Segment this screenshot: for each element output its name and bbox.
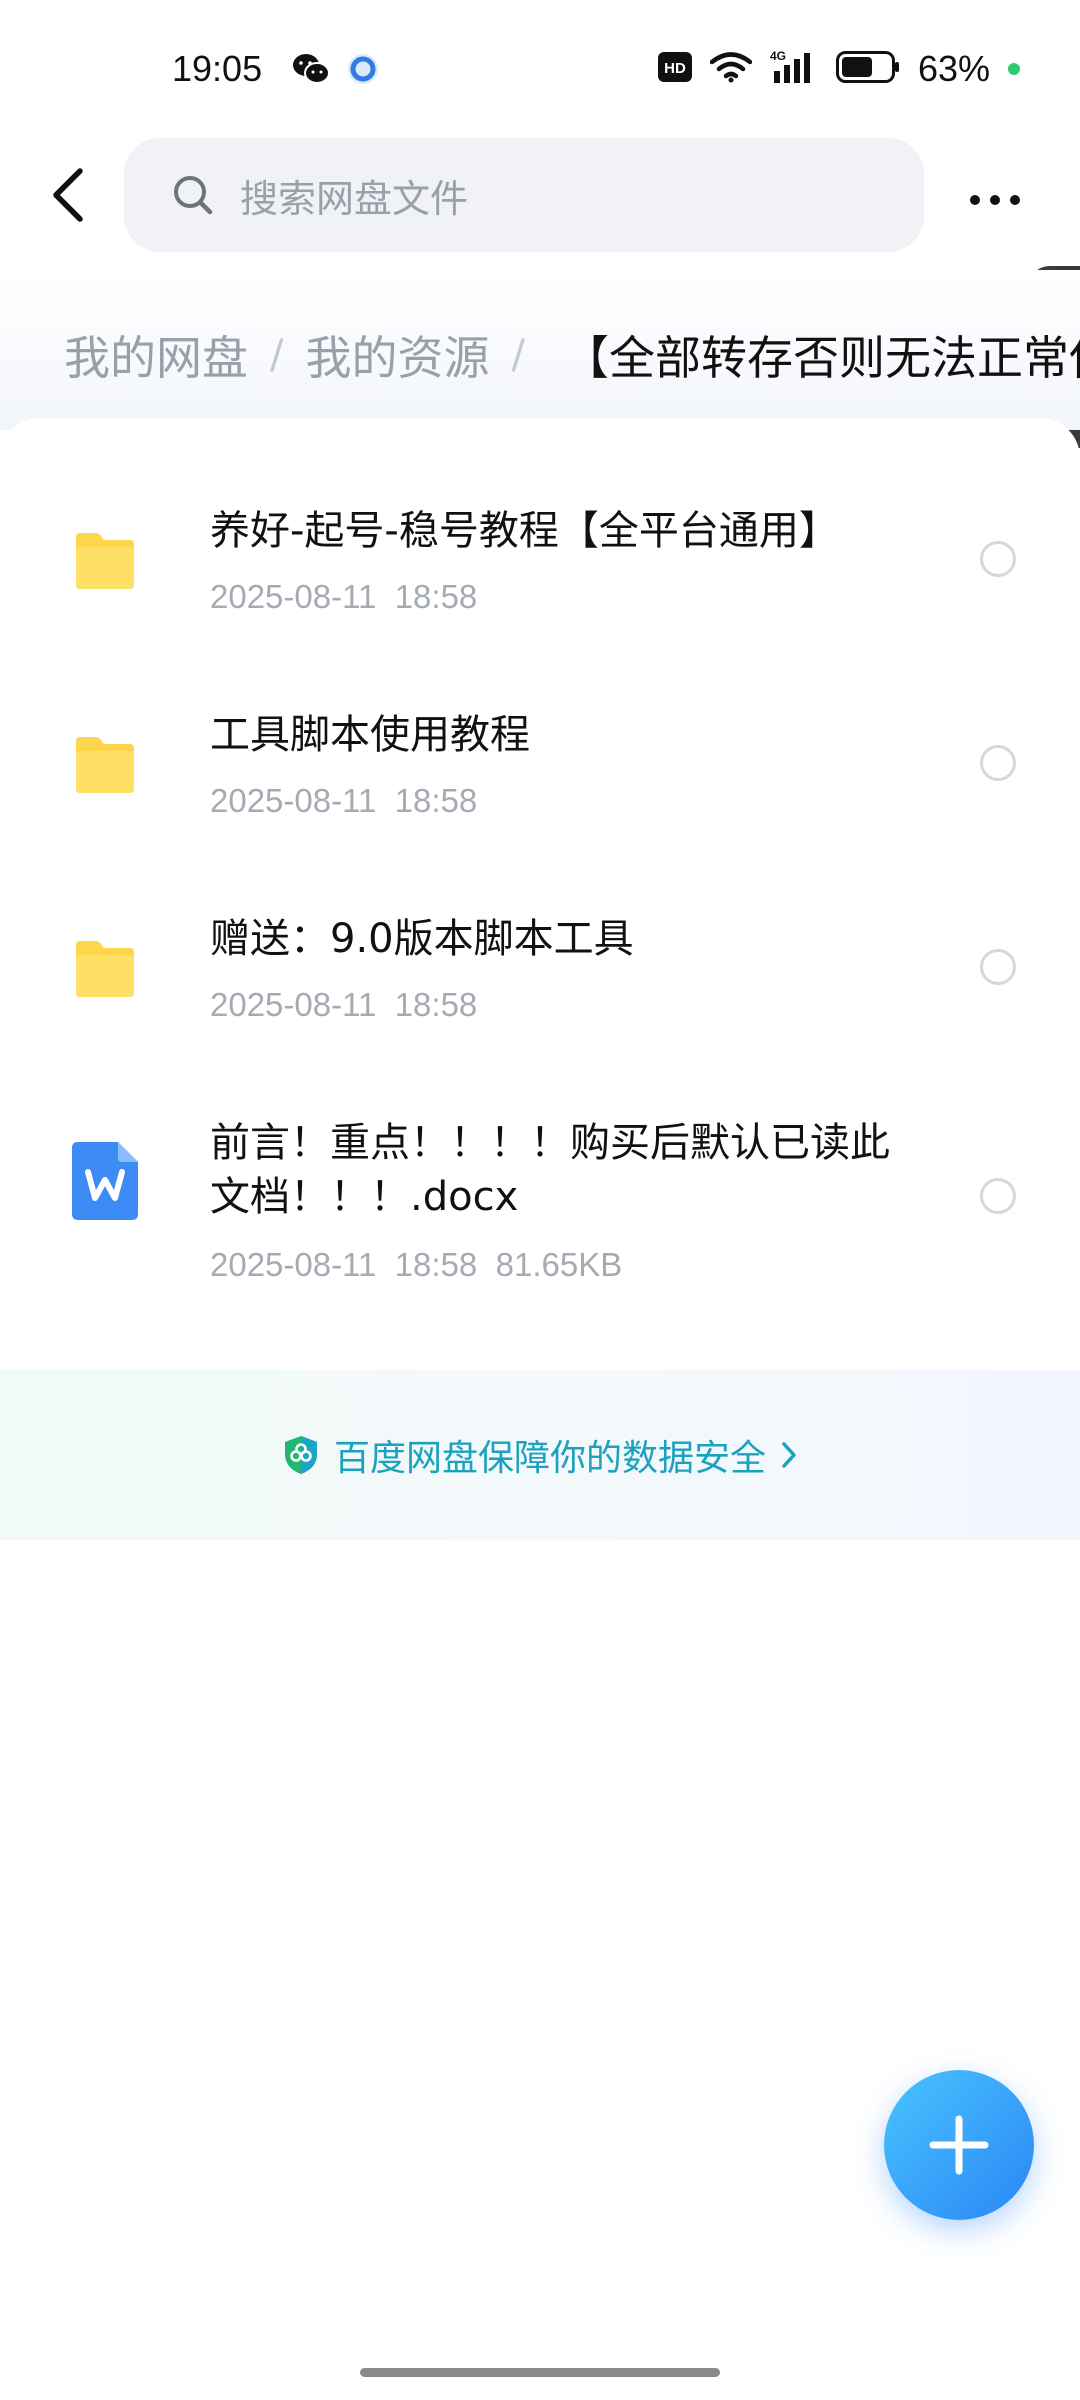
chevron-right-icon xyxy=(782,1442,796,1468)
file-name: 工具脚本使用教程 xyxy=(210,712,530,758)
hd-icon: HD xyxy=(657,52,692,86)
cellular-signal-icon: 4G xyxy=(770,49,818,89)
file-row-document[interactable]: 前言！重点！！！！购买后默认已读此文档！！！.docx 2025-08-11 1… xyxy=(0,1078,1080,1318)
select-radio[interactable] xyxy=(980,745,1016,781)
file-date: 2025-08-11 xyxy=(210,782,377,819)
breadcrumb: 我的网盘 / 我的资源 / 【全部转存否则无法正常使 xyxy=(64,322,1080,388)
breadcrumb-separator: / xyxy=(270,332,284,378)
file-name: 前言！重点！！！！购买后默认已读此文档！！！.docx xyxy=(210,1120,890,1220)
status-bar: 19:05 HD 4G 63% xyxy=(0,0,1080,140)
select-radio[interactable] xyxy=(980,949,1016,985)
file-size: 81.65KB xyxy=(495,1246,623,1283)
file-date: 2025-08-11 xyxy=(210,986,377,1023)
charging-dot xyxy=(1008,63,1020,75)
folder-icon xyxy=(72,735,138,795)
browser-icon xyxy=(346,52,380,90)
file-time: 18:58 xyxy=(394,782,478,819)
status-app-icons xyxy=(292,52,380,90)
wifi-icon xyxy=(709,51,753,87)
select-radio[interactable] xyxy=(980,1178,1016,1214)
status-indicators: HD 4G 63% xyxy=(657,48,1020,90)
file-row-folder[interactable]: 赠送：9.0版本脚本工具 2025-08-11 18:58 xyxy=(0,876,1080,1056)
more-dot-icon xyxy=(1010,195,1020,205)
svg-text:HD: HD xyxy=(664,60,686,77)
breadcrumb-separator: / xyxy=(511,332,525,378)
security-text: 百度网盘保障你的数据安全 xyxy=(333,1438,766,1479)
file-name: 养好-起号-稳号教程【全平台通用】 xyxy=(210,508,839,554)
more-dot-icon xyxy=(970,195,980,205)
battery-percent: 63% xyxy=(917,48,990,89)
folder-icon xyxy=(72,531,138,591)
file-row-folder[interactable]: 养好-起号-稳号教程【全平台通用】 2025-08-11 18:58 xyxy=(0,468,1080,648)
file-meta: 2025-08-11 18:58 xyxy=(210,782,477,820)
security-banner: 百度网盘保障你的数据安全 xyxy=(0,1370,1080,1540)
breadcrumb-current-folder: 【全部转存否则无法正常使 xyxy=(562,331,1080,385)
breadcrumb-area: 我的网盘 / 我的资源 / 【全部转存否则无法正常使 xyxy=(0,270,1080,430)
file-time: 18:58 xyxy=(394,578,478,615)
plus-icon xyxy=(929,2115,989,2175)
file-name: 赠送：9.0版本脚本工具 xyxy=(210,916,634,962)
breadcrumb-item-my-resources[interactable]: 我的资源 xyxy=(305,322,489,388)
header: 搜索网盘文件 xyxy=(0,130,1080,448)
wechat-icon xyxy=(292,52,330,90)
file-date: 2025-08-11 xyxy=(210,578,377,615)
back-button[interactable] xyxy=(38,160,98,230)
shield-icon xyxy=(284,1436,317,1474)
file-time: 18:58 xyxy=(394,986,478,1023)
add-button[interactable] xyxy=(884,2070,1034,2220)
select-radio[interactable] xyxy=(980,541,1016,577)
file-date: 2025-08-11 xyxy=(210,1246,377,1283)
file-time: 18:58 xyxy=(394,1246,478,1283)
file-meta: 2025-08-11 18:58 xyxy=(210,578,477,616)
status-time: 19:05 xyxy=(172,48,263,89)
folder-icon xyxy=(72,939,138,999)
word-document-icon xyxy=(72,1142,138,1220)
breadcrumb-item-my-netdisk[interactable]: 我的网盘 xyxy=(64,322,248,388)
search-icon xyxy=(172,174,214,216)
chevron-left-icon xyxy=(53,168,83,222)
search-input[interactable]: 搜索网盘文件 xyxy=(124,138,924,252)
home-indicator[interactable] xyxy=(360,2368,720,2377)
file-meta: 2025-08-11 18:58 81.65KB xyxy=(210,1246,622,1284)
more-dot-icon xyxy=(990,195,1000,205)
security-link[interactable]: 百度网盘保障你的数据安全 xyxy=(282,1429,798,1481)
more-options-button[interactable] xyxy=(970,190,1034,210)
file-meta: 2025-08-11 18:58 xyxy=(210,986,477,1024)
file-row-folder[interactable]: 工具脚本使用教程 2025-08-11 18:58 xyxy=(0,672,1080,852)
battery-icon xyxy=(835,51,900,87)
search-placeholder: 搜索网盘文件 xyxy=(240,176,469,221)
svg-text:4G: 4G xyxy=(770,49,786,63)
